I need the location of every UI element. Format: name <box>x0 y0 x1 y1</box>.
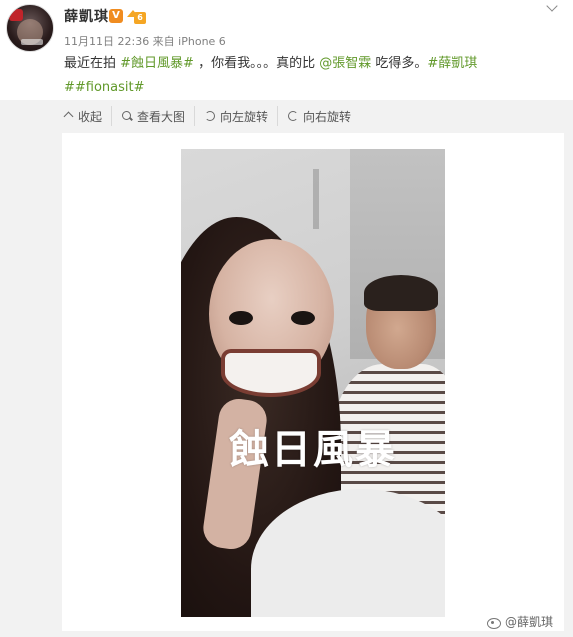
content-text: 吃得多。 <box>371 56 428 71</box>
collapse-label: 收起 <box>78 109 103 124</box>
content-text: 最近在拍 <box>64 56 121 71</box>
post-header: 薛凱琪 V 6 11月11日 22:36 来自 iPhone 6 最近在拍 #蝕… <box>0 0 573 100</box>
rotate-right-icon <box>287 110 299 122</box>
content-text: ，你看我。。。真的比 <box>193 56 320 71</box>
member-badge-icon[interactable]: 6 <box>127 8 147 24</box>
photo-overlay-text: 蝕日風暴 <box>229 427 397 473</box>
post-photo[interactable]: 蝕日風暴 <box>181 149 445 617</box>
rotate-right-button[interactable]: 向右旋转 <box>287 106 360 126</box>
verified-badge-icon[interactable]: V <box>109 9 123 23</box>
rotate-left-icon <box>204 110 216 122</box>
hashtag-link[interactable]: #薛凱琪 <box>427 56 477 71</box>
view-large-label: 查看大图 <box>137 109 186 124</box>
post-meta[interactable]: 11月11日 22:36 来自 iPhone 6 <box>64 33 226 49</box>
watermark-text: @薛凱琪 <box>505 615 554 629</box>
rotate-right-label: 向右旋转 <box>303 109 352 124</box>
weibo-logo-icon <box>486 616 502 629</box>
hashtag-link[interactable]: #蝕日風暴# <box>120 56 194 71</box>
mention-link[interactable]: @張智霖 <box>319 56 371 71</box>
collapse-icon <box>62 110 74 122</box>
avatar[interactable] <box>6 4 54 52</box>
username[interactable]: 薛凱琪 <box>64 6 109 26</box>
media-toolbar: 收起 查看大图 向左旋转 向右旋转 <box>62 106 369 126</box>
post-content: 最近在拍 #蝕日風暴# ，你看我。。。真的比 @張智霖 吃得多。#薛凱琪 ##fi… <box>64 52 564 100</box>
chevron-down-icon[interactable] <box>547 2 559 14</box>
view-large-button[interactable]: 查看大图 <box>121 106 196 126</box>
watermark: @薛凱琪 <box>486 613 553 630</box>
rotate-left-label: 向左旋转 <box>220 109 269 124</box>
zoom-icon <box>121 110 133 122</box>
hashtag-link[interactable]: ##fionasit# <box>64 80 145 95</box>
rotate-left-button[interactable]: 向左旋转 <box>204 106 279 126</box>
collapse-button[interactable]: 收起 <box>62 106 113 126</box>
